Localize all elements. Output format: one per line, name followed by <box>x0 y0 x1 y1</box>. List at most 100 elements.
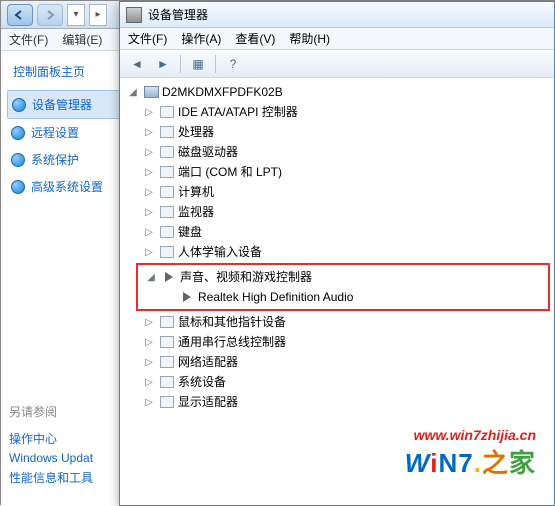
tree-node[interactable]: ▷ 端口 (COM 和 LPT) <box>120 162 554 182</box>
tree-node[interactable]: ▷ 处理器 <box>120 122 554 142</box>
expand-icon[interactable]: ▷ <box>142 145 156 160</box>
sidebar-item-label: 设备管理器 <box>32 96 92 113</box>
device-category-icon <box>159 205 175 219</box>
toolbar-properties-icon[interactable]: ▦ <box>187 53 209 75</box>
speaker-icon <box>161 270 177 284</box>
expand-icon[interactable]: ▷ <box>142 335 156 350</box>
tree-node-label: 人体学输入设备 <box>178 243 262 261</box>
tree-root-label: D2MKDMXFPDFK02B <box>162 83 283 101</box>
device-category-icon <box>159 355 175 369</box>
see-also-header: 另请参阅 <box>9 401 93 422</box>
device-tree[interactable]: ◢ D2MKDMXFPDFK02B ▷ IDE ATA/ATAPI 控制器 ▷ 处理… <box>120 78 554 505</box>
device-category-icon <box>159 125 175 139</box>
device-category-icon <box>159 245 175 259</box>
tree-node[interactable]: ▷ 显示适配器 <box>120 392 554 412</box>
menu-file[interactable]: 文件(F) <box>9 31 48 48</box>
toolbar-back-icon[interactable]: ◄ <box>126 53 148 75</box>
expand-icon[interactable]: ▷ <box>142 105 156 120</box>
see-also-link[interactable]: 性能信息和工具 <box>9 467 93 488</box>
expand-icon[interactable]: ▷ <box>142 205 156 220</box>
tree-node-label: 系统设备 <box>178 373 226 391</box>
device-category-icon <box>159 225 175 239</box>
sidebar-item-remote[interactable]: 远程设置 <box>7 119 131 146</box>
expand-icon[interactable]: ▷ <box>142 355 156 370</box>
expand-icon[interactable]: ▷ <box>142 395 156 410</box>
tree-node-label: 监视器 <box>178 203 214 221</box>
tree-leaf-label: Realtek High Definition Audio <box>198 288 353 306</box>
sidebar-item-label: 系统保护 <box>31 151 79 168</box>
speaker-icon <box>179 290 195 304</box>
device-category-icon <box>159 315 175 329</box>
toolbar-help-icon[interactable]: ? <box>222 53 244 75</box>
device-category-icon <box>159 375 175 389</box>
menu-file[interactable]: 文件(F) <box>128 30 167 47</box>
tree-node-label: 声音、视频和游戏控制器 <box>180 268 312 286</box>
tree-root[interactable]: ◢ D2MKDMXFPDFK02B <box>120 82 554 102</box>
shield-icon <box>11 126 25 140</box>
expand-icon[interactable]: ▷ <box>142 375 156 390</box>
tree-node-label: 端口 (COM 和 LPT) <box>178 163 282 181</box>
see-also-link[interactable]: 操作中心 <box>9 428 93 449</box>
expand-icon[interactable]: ▷ <box>142 165 156 180</box>
toolbar-forward-icon[interactable]: ► <box>152 53 174 75</box>
menu-help[interactable]: 帮助(H) <box>289 30 330 47</box>
device-category-icon <box>159 185 175 199</box>
expand-icon[interactable]: ▷ <box>142 315 156 330</box>
tree-node[interactable]: ▷ 系统设备 <box>120 372 554 392</box>
sidebar-item-advanced[interactable]: 高级系统设置 <box>7 173 131 200</box>
tree-node[interactable]: ▷ 鼠标和其他指针设备 <box>120 312 554 332</box>
menu-view[interactable]: 查看(V) <box>235 30 275 47</box>
device-category-icon <box>159 335 175 349</box>
tree-node-label: 网络适配器 <box>178 353 238 371</box>
device-category-icon <box>159 145 175 159</box>
tree-node-audio[interactable]: ◢ 声音、视频和游戏控制器 <box>138 267 548 287</box>
back-button[interactable] <box>7 4 33 26</box>
dm-menubar: 文件(F) 操作(A) 查看(V) 帮助(H) <box>120 28 554 50</box>
see-also-link[interactable]: Windows Updat <box>9 449 93 467</box>
window-title: 设备管理器 <box>148 6 208 23</box>
expand-icon[interactable]: ▷ <box>142 185 156 200</box>
tree-node-label: 处理器 <box>178 123 214 141</box>
expand-icon[interactable]: ▷ <box>142 225 156 240</box>
collapse-icon[interactable]: ◢ <box>144 270 158 285</box>
tree-node[interactable]: ▷ IDE ATA/ATAPI 控制器 <box>120 102 554 122</box>
sidebar-item-protection[interactable]: 系统保护 <box>7 146 131 173</box>
menu-action[interactable]: 操作(A) <box>181 30 221 47</box>
tree-node-label: 鼠标和其他指针设备 <box>178 313 286 331</box>
computer-icon <box>143 85 159 99</box>
expand-icon[interactable]: ▷ <box>142 245 156 260</box>
tree-node[interactable]: ▷通用串行总线控制器 <box>120 332 554 352</box>
tree-node[interactable]: ▷ 人体学输入设备 <box>120 242 554 262</box>
breadcrumb-chevron-icon[interactable]: ▸ <box>89 4 107 26</box>
shield-icon <box>11 153 25 167</box>
sidebar-item-label: 高级系统设置 <box>31 178 103 195</box>
left-panel: 控制面板主页 设备管理器 远程设置 系统保护 高级系统设置 <box>1 51 131 208</box>
annotation-highlight: ◢ 声音、视频和游戏控制器 Realtek High Definition Au… <box>136 263 550 311</box>
tree-node[interactable]: ▷ 键盘 <box>120 222 554 242</box>
tree-node-label: IDE ATA/ATAPI 控制器 <box>178 103 298 121</box>
forward-button[interactable] <box>37 4 63 26</box>
tree-node[interactable]: ▷ 计算机 <box>120 182 554 202</box>
tree-node-label: 显示适配器 <box>178 393 238 411</box>
shield-icon <box>12 98 26 112</box>
tree-node[interactable]: ▷ 监视器 <box>120 202 554 222</box>
tree-node-label: 计算机 <box>178 183 214 201</box>
collapse-icon[interactable]: ◢ <box>126 85 140 100</box>
breadcrumb-home-icon[interactable]: ▾ <box>67 4 85 26</box>
sidebar-item-device-manager[interactable]: 设备管理器 <box>7 90 131 119</box>
tree-node[interactable]: ▷ 磁盘驱动器 <box>120 142 554 162</box>
device-manager-icon <box>126 7 142 23</box>
shield-icon <box>11 180 25 194</box>
device-category-icon <box>159 165 175 179</box>
toolbar-separator <box>180 55 181 73</box>
sidebar-item-label: 远程设置 <box>31 124 79 141</box>
menu-edit[interactable]: 编辑(E) <box>62 31 102 48</box>
see-also-section: 另请参阅 操作中心 Windows Updat 性能信息和工具 <box>9 401 93 488</box>
tree-node[interactable]: ▷ 网络适配器 <box>120 352 554 372</box>
tree-node-label: 磁盘驱动器 <box>178 143 238 161</box>
control-panel-home-link[interactable]: 控制面板主页 <box>7 59 131 90</box>
tree-node-label: 键盘 <box>178 223 202 241</box>
device-category-icon <box>159 395 175 409</box>
expand-icon[interactable]: ▷ <box>142 125 156 140</box>
tree-leaf-audio-device[interactable]: Realtek High Definition Audio <box>138 287 548 307</box>
